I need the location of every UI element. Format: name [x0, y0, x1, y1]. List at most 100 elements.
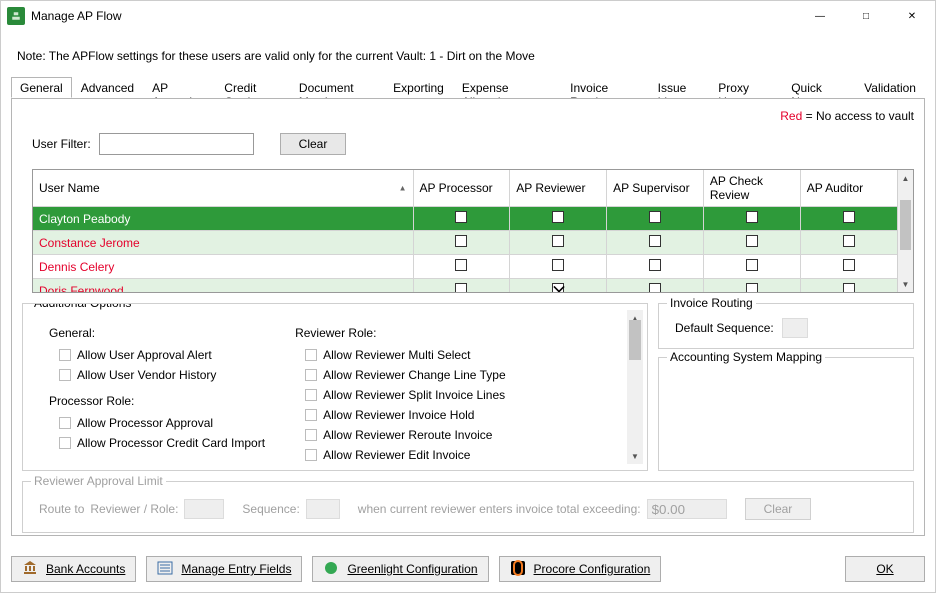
tab-expense-allocations[interactable]: Expense Allocations: [453, 77, 561, 98]
checkbox-cell-processor[interactable]: [413, 207, 510, 231]
user-filter-input[interactable]: [99, 133, 254, 155]
reviewer-checkbox[interactable]: [552, 283, 564, 293]
supervisor-checkbox[interactable]: [649, 283, 661, 293]
checkbox-cell-reviewer[interactable]: [510, 207, 607, 231]
table-row[interactable]: Dennis Celery: [33, 255, 897, 279]
manage-entry-fields-button[interactable]: Manage Entry Fields: [146, 556, 302, 582]
option-checkbox[interactable]: [305, 369, 317, 381]
option-label: Allow User Vendor History: [77, 366, 216, 384]
checkbox-cell-auditor[interactable]: [800, 207, 897, 231]
auditor-checkbox[interactable]: [843, 259, 855, 271]
checkbox-cell-processor[interactable]: [413, 279, 510, 294]
col-ap-check-review[interactable]: AP Check Review: [703, 170, 800, 207]
col-ap-supervisor[interactable]: AP Supervisor: [607, 170, 704, 207]
processor-checkbox[interactable]: [455, 235, 467, 247]
processor-checkbox[interactable]: [455, 283, 467, 293]
option-checkbox[interactable]: [59, 349, 71, 361]
processor-checkbox[interactable]: [455, 211, 467, 223]
user-name-cell[interactable]: Clayton Peabody: [33, 207, 413, 231]
tab-validation[interactable]: Validation: [855, 77, 925, 98]
supervisor-checkbox[interactable]: [649, 211, 661, 223]
user-name-cell[interactable]: Constance Jerome: [33, 231, 413, 255]
user-name-cell[interactable]: Dennis Celery: [33, 255, 413, 279]
checkbox-cell-auditor[interactable]: [800, 231, 897, 255]
tab-exporting[interactable]: Exporting: [384, 77, 453, 98]
option-checkbox[interactable]: [59, 417, 71, 429]
checkbox-cell-reviewer[interactable]: [510, 279, 607, 294]
tab-issue-list[interactable]: Issue List: [649, 77, 710, 98]
greenlight-config-button[interactable]: Greenlight Configuration: [312, 556, 488, 582]
supervisor-checkbox[interactable]: [649, 235, 661, 247]
col-ap-reviewer[interactable]: AP Reviewer: [510, 170, 607, 207]
tab-ap-accruals[interactable]: AP Accruals: [143, 77, 215, 98]
checkreview-checkbox[interactable]: [746, 235, 758, 247]
auditor-checkbox[interactable]: [843, 235, 855, 247]
tab-quick-notes[interactable]: Quick Notes: [782, 77, 855, 98]
additional-options-caption: Additional Options: [31, 303, 134, 310]
checkbox-cell-supervisor[interactable]: [607, 231, 704, 255]
checkbox-cell-checkreview[interactable]: [703, 207, 800, 231]
scroll-down-icon[interactable]: ▼: [627, 448, 643, 464]
checkbox-cell-checkreview[interactable]: [703, 279, 800, 294]
bank-accounts-button[interactable]: Bank Accounts: [11, 556, 136, 582]
checkbox-cell-reviewer[interactable]: [510, 255, 607, 279]
option-checkbox[interactable]: [305, 409, 317, 421]
tab-general[interactable]: General: [11, 77, 72, 98]
tab-proxy-users[interactable]: Proxy Users: [709, 77, 782, 98]
scroll-up-icon[interactable]: ▲: [898, 170, 913, 186]
table-scrollbar[interactable]: ▲ ▼: [897, 170, 913, 292]
option-checkbox[interactable]: [59, 369, 71, 381]
checkreview-checkbox[interactable]: [746, 259, 758, 271]
checkbox-cell-checkreview[interactable]: [703, 231, 800, 255]
supervisor-checkbox[interactable]: [649, 259, 661, 271]
option-checkbox[interactable]: [59, 437, 71, 449]
checkbox-cell-supervisor[interactable]: [607, 279, 704, 294]
tab-document-match[interactable]: Document Match: [290, 77, 384, 98]
option-label: Allow Reviewer Reroute Invoice: [323, 426, 492, 444]
reviewer-checkbox[interactable]: [552, 211, 564, 223]
col-ap-auditor[interactable]: AP Auditor: [800, 170, 897, 207]
tab-panel-general: Red = No access to vault User Filter: Cl…: [11, 98, 925, 536]
table-row[interactable]: Constance Jerome: [33, 231, 897, 255]
option-checkbox[interactable]: [305, 449, 317, 461]
option-checkbox[interactable]: [305, 349, 317, 361]
option-row: Allow Processor Approval: [59, 414, 265, 432]
checkbox-cell-processor[interactable]: [413, 255, 510, 279]
reviewer-checkbox[interactable]: [552, 235, 564, 247]
reviewer-checkbox[interactable]: [552, 259, 564, 271]
checkbox-cell-supervisor[interactable]: [607, 207, 704, 231]
checkbox-cell-checkreview[interactable]: [703, 255, 800, 279]
checkreview-checkbox[interactable]: [746, 283, 758, 293]
procore-icon: [510, 560, 526, 579]
table-row[interactable]: Doris Fernwood: [33, 279, 897, 294]
checkbox-cell-supervisor[interactable]: [607, 255, 704, 279]
col-user-name[interactable]: User Name▲: [33, 170, 413, 207]
auditor-checkbox[interactable]: [843, 283, 855, 293]
reviewer-approval-limit-group: Reviewer Approval Limit Route to Reviewe…: [22, 481, 914, 533]
option-checkbox[interactable]: [305, 429, 317, 441]
checkbox-cell-processor[interactable]: [413, 231, 510, 255]
general-section-title: General:: [49, 326, 265, 340]
option-checkbox[interactable]: [305, 389, 317, 401]
ok-button[interactable]: OK: [845, 556, 925, 582]
col-ap-processor[interactable]: AP Processor: [413, 170, 510, 207]
tab-invoice-routing[interactable]: Invoice Routing: [561, 77, 649, 98]
tab-credit-cards[interactable]: Credit Cards: [215, 77, 290, 98]
processor-checkbox[interactable]: [455, 259, 467, 271]
minimize-button[interactable]: —: [797, 1, 843, 31]
clear-filter-button[interactable]: Clear: [280, 133, 347, 155]
table-row[interactable]: Clayton Peabody: [33, 207, 897, 231]
checkbox-cell-auditor[interactable]: [800, 279, 897, 294]
tab-advanced[interactable]: Advanced: [72, 77, 143, 98]
scroll-down-icon[interactable]: ▼: [898, 276, 913, 292]
checkbox-cell-auditor[interactable]: [800, 255, 897, 279]
procore-config-button[interactable]: Procore Configuration: [499, 556, 662, 582]
option-label: Allow Processor Approval: [77, 414, 213, 432]
auditor-checkbox[interactable]: [843, 211, 855, 223]
checkreview-checkbox[interactable]: [746, 211, 758, 223]
maximize-button[interactable]: □: [843, 1, 889, 31]
user-name-cell[interactable]: Doris Fernwood: [33, 279, 413, 294]
close-button[interactable]: ✕: [889, 1, 935, 31]
addopts-scrollbar[interactable]: ▲ ▼: [627, 310, 643, 464]
checkbox-cell-reviewer[interactable]: [510, 231, 607, 255]
